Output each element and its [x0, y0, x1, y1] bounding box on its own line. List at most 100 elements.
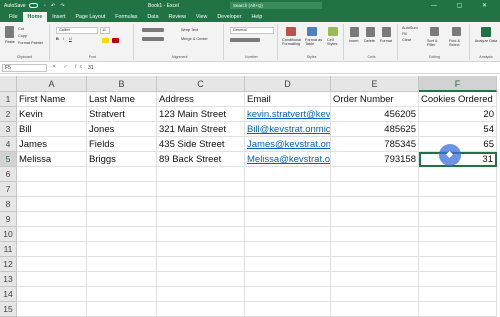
empty-cell[interactable] [17, 182, 87, 197]
fill-button[interactable]: Fill [402, 32, 407, 36]
empty-cell[interactable] [17, 302, 87, 317]
header-cell[interactable]: Last Name [87, 92, 157, 107]
table-cell[interactable]: 456205 [331, 107, 419, 122]
empty-cell[interactable] [331, 167, 419, 182]
row-header-2[interactable]: 2 [0, 107, 17, 122]
sort-filter-icon[interactable] [430, 27, 439, 36]
header-cell[interactable]: Cookies Ordered [419, 92, 497, 107]
tab-developer[interactable]: Developer [212, 14, 246, 22]
row-header-11[interactable]: 11 [0, 242, 17, 257]
sort-filter-button[interactable]: Sort & Filter [427, 39, 445, 47]
empty-cell[interactable] [419, 287, 497, 302]
table-cell[interactable]: Melissa [17, 152, 87, 167]
font-name-select[interactable]: Calibri [56, 27, 98, 34]
row-header-9[interactable]: 9 [0, 212, 17, 227]
row-header-5[interactable]: 5 [0, 152, 17, 167]
empty-cell[interactable] [419, 242, 497, 257]
empty-cell[interactable] [17, 242, 87, 257]
find-select-button[interactable]: Find & Select [449, 39, 467, 47]
empty-cell[interactable] [157, 302, 245, 317]
table-cell[interactable]: 785345 [331, 137, 419, 152]
format-button[interactable]: Format [380, 39, 392, 43]
empty-cell[interactable] [17, 212, 87, 227]
paste-button[interactable]: Paste [5, 40, 15, 44]
search-box[interactable]: Search (Alt+Q) [230, 2, 322, 9]
formula-input[interactable]: 31 [88, 64, 94, 72]
tab-review[interactable]: Review [164, 14, 191, 22]
empty-cell[interactable] [17, 197, 87, 212]
empty-cell[interactable] [419, 197, 497, 212]
table-cell[interactable]: James [17, 137, 87, 152]
row-header-7[interactable]: 7 [0, 182, 17, 197]
empty-cell[interactable] [157, 182, 245, 197]
window-controls[interactable]: — ▢ ✕ [431, 2, 496, 9]
paste-icon[interactable] [5, 26, 14, 38]
conditional-formatting-button[interactable]: Conditional Formatting [282, 38, 304, 46]
row-header-10[interactable]: 10 [0, 227, 17, 242]
merge-center-button[interactable]: Merge & Center [181, 37, 208, 41]
row-header-14[interactable]: 14 [0, 287, 17, 302]
row-header-15[interactable]: 15 [0, 302, 17, 317]
column-header-f[interactable]: F [419, 76, 497, 92]
column-header-e[interactable]: E [331, 76, 419, 92]
table-cell[interactable]: Bill [17, 122, 87, 137]
analyze-data-button[interactable]: Analyze Data [474, 39, 498, 43]
conditional-formatting-icon[interactable] [286, 27, 296, 36]
row-header-4[interactable]: 4 [0, 137, 17, 152]
highlight-icon[interactable] [102, 38, 109, 43]
empty-cell[interactable] [245, 302, 331, 317]
empty-cell[interactable] [17, 272, 87, 287]
empty-cell[interactable] [17, 257, 87, 272]
cut-button[interactable]: Cut [18, 27, 24, 31]
empty-cell[interactable] [245, 212, 331, 227]
underline-icon[interactable]: U [69, 37, 72, 41]
row-header-6[interactable]: 6 [0, 167, 17, 182]
empty-cell[interactable] [245, 182, 331, 197]
empty-cell[interactable] [331, 242, 419, 257]
empty-cell[interactable] [87, 287, 157, 302]
header-cell[interactable]: First Name [17, 92, 87, 107]
table-cell[interactable]: 54 [419, 122, 497, 137]
italic-icon[interactable]: I [63, 37, 64, 41]
table-cell[interactable]: Briggs [87, 152, 157, 167]
empty-cell[interactable] [87, 302, 157, 317]
delete-icon[interactable] [366, 27, 375, 37]
empty-cell[interactable] [17, 227, 87, 242]
column-header-d[interactable]: D [245, 76, 331, 92]
format-as-table-button[interactable]: Format as Table [305, 38, 323, 46]
column-header-b[interactable]: B [87, 76, 157, 92]
table-cell[interactable]: Kevin [17, 107, 87, 122]
tab-help[interactable]: Help [246, 14, 267, 22]
bold-icon[interactable]: B [56, 37, 59, 41]
empty-cell[interactable] [245, 287, 331, 302]
insert-button[interactable]: Insert [349, 39, 359, 43]
font-color-icon[interactable] [112, 38, 119, 43]
font-size-select[interactable]: 11 [100, 27, 110, 34]
empty-cell[interactable] [419, 227, 497, 242]
empty-cell[interactable] [87, 182, 157, 197]
cell-styles-button[interactable]: Cell Styles [327, 38, 341, 46]
empty-cell[interactable] [419, 257, 497, 272]
empty-cell[interactable] [419, 182, 497, 197]
align-top-icon[interactable] [142, 28, 164, 32]
analyze-data-icon[interactable] [481, 27, 491, 37]
empty-cell[interactable] [157, 227, 245, 242]
row-header-13[interactable]: 13 [0, 272, 17, 287]
column-header-a[interactable]: A [17, 76, 87, 92]
empty-cell[interactable] [331, 197, 419, 212]
delete-button[interactable]: Delete [364, 39, 375, 43]
tab-view[interactable]: View [191, 14, 212, 22]
empty-cell[interactable] [419, 212, 497, 227]
cell-styles-icon[interactable] [328, 27, 338, 36]
empty-cell[interactable] [331, 212, 419, 227]
name-box[interactable]: F5 [2, 64, 47, 72]
clear-button[interactable]: Clear [402, 38, 411, 42]
empty-cell[interactable] [331, 182, 419, 197]
row-header-12[interactable]: 12 [0, 257, 17, 272]
empty-cell[interactable] [245, 242, 331, 257]
header-cell[interactable]: Order Number [331, 92, 419, 107]
empty-cell[interactable] [331, 257, 419, 272]
empty-cell[interactable] [331, 272, 419, 287]
row-header-3[interactable]: 3 [0, 122, 17, 137]
wrap-text-button[interactable]: Wrap Text [181, 28, 198, 32]
